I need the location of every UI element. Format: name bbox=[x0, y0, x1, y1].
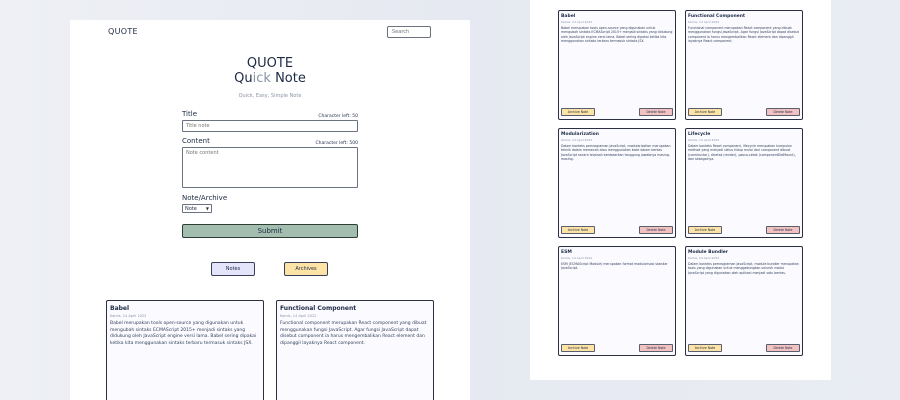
title-char-counter: Character left: 50 bbox=[318, 114, 358, 119]
note-card: Modularization Kamis, 14 April 2022 Dala… bbox=[558, 128, 676, 238]
content-label: Content bbox=[182, 137, 210, 145]
hero-title: QUOTE bbox=[246, 56, 294, 71]
tagline: Quick, Easy, Simple Note bbox=[238, 93, 302, 99]
archive-note-button[interactable]: Archive Note bbox=[561, 344, 595, 352]
note-body: Dalam konteks React component, lifecycle… bbox=[688, 144, 796, 162]
note-card: Babel Kamis, 14 April 2022 Babel merupak… bbox=[106, 300, 264, 400]
note-body: Dalam konteks pemrograman JavaScript, mo… bbox=[688, 262, 799, 275]
notes-tab-button[interactable]: Notes bbox=[211, 262, 255, 276]
note-body: Babel merupakan tools open-source yang d… bbox=[110, 321, 257, 346]
delete-note-button[interactable]: Delete Note bbox=[639, 108, 673, 116]
note-date: Kamis, 14 April 2022 bbox=[110, 314, 147, 318]
archive-note-button[interactable]: Archive Note bbox=[561, 108, 595, 116]
note-body: Functional component merupakan React com… bbox=[688, 26, 799, 44]
archive-note-button[interactable]: Archive Note bbox=[688, 226, 722, 234]
delete-note-button[interactable]: Delete Note bbox=[639, 344, 673, 352]
title-input[interactable] bbox=[182, 120, 358, 132]
archive-note-button[interactable]: Archive Note bbox=[561, 226, 595, 234]
archives-tab-button[interactable]: Archives bbox=[284, 262, 328, 276]
note-body: Babel merupakan tools open-source yang d… bbox=[561, 26, 673, 44]
archive-note-button[interactable]: Archive Note bbox=[688, 344, 722, 352]
note-card: Lifecycle Kamis, 14 April 2022 Dalam kon… bbox=[685, 128, 803, 238]
hero-subtitle-c: Note bbox=[270, 71, 306, 86]
note-title: Functional Component bbox=[688, 14, 746, 19]
main-page: QUOTE QUOTE Quick Note Quick, Easy, Simp… bbox=[70, 20, 470, 400]
search-input[interactable] bbox=[387, 26, 431, 38]
note-date: Kamis, 14 April 2022 bbox=[688, 20, 720, 24]
note-date: Kamis, 14 April 2022 bbox=[688, 138, 720, 142]
delete-note-button[interactable]: Delete Note bbox=[639, 226, 673, 234]
note-card: Functional Component Kamis, 14 April 202… bbox=[685, 10, 803, 120]
note-body: Dalam konteks pemrograman JavaScript, mo… bbox=[561, 144, 671, 162]
note-title: Modularization bbox=[561, 132, 599, 137]
note-title: Babel bbox=[110, 305, 130, 312]
note-card: Babel Kamis, 14 April 2022 Babel merupak… bbox=[558, 10, 676, 120]
notes-grid-page: Babel Kamis, 14 April 2022 Babel merupak… bbox=[530, 0, 831, 380]
archive-note-button[interactable]: Archive Note bbox=[688, 108, 722, 116]
hero-subtitle: Quick Note bbox=[70, 71, 470, 86]
type-select-value: Note bbox=[185, 205, 197, 212]
content-char-counter: Character left: 500 bbox=[315, 141, 358, 146]
note-date: Kamis, 14 April 2022 bbox=[561, 138, 593, 142]
note-date: Kamis, 14 April 2022 bbox=[561, 256, 593, 260]
brand-logo[interactable]: QUOTE bbox=[108, 27, 138, 36]
delete-note-button[interactable]: Delete Note bbox=[766, 108, 800, 116]
note-title: Lifecycle bbox=[688, 132, 711, 137]
note-title: Module Bundler bbox=[688, 250, 729, 255]
chevron-down-icon: ▼ bbox=[205, 206, 209, 211]
content-textarea[interactable] bbox=[182, 147, 358, 188]
note-card: Module Bundler Kamis, 14 April 2022 Dala… bbox=[685, 246, 803, 356]
note-body: ESM (ECMAScript Module) merupakan format… bbox=[561, 262, 668, 271]
hero-subtitle-a: Qu bbox=[234, 71, 253, 86]
submit-button[interactable]: Submit bbox=[182, 224, 358, 238]
note-date: Kamis, 14 April 2022 bbox=[280, 314, 317, 318]
note-card: ESM Kamis, 14 April 2022 ESM (ECMAScript… bbox=[558, 246, 676, 356]
note-date: Kamis, 14 April 2022 bbox=[561, 20, 593, 24]
type-select[interactable]: Note ▼ bbox=[182, 204, 212, 213]
note-title: Babel bbox=[561, 14, 576, 19]
title-label: Title bbox=[182, 110, 198, 118]
hero-subtitle-accent: ick bbox=[252, 71, 271, 86]
delete-note-button[interactable]: Delete Note bbox=[766, 344, 800, 352]
type-label: Note/Archive bbox=[182, 194, 228, 202]
note-body: Functional component merupakan React com… bbox=[280, 321, 427, 346]
delete-note-button[interactable]: Delete Note bbox=[766, 226, 800, 234]
note-title: Functional Component bbox=[280, 305, 357, 312]
note-date: Kamis, 14 April 2022 bbox=[688, 256, 720, 260]
note-title: ESM bbox=[561, 250, 572, 255]
note-card: Functional Component Kamis, 14 April 202… bbox=[276, 300, 434, 400]
